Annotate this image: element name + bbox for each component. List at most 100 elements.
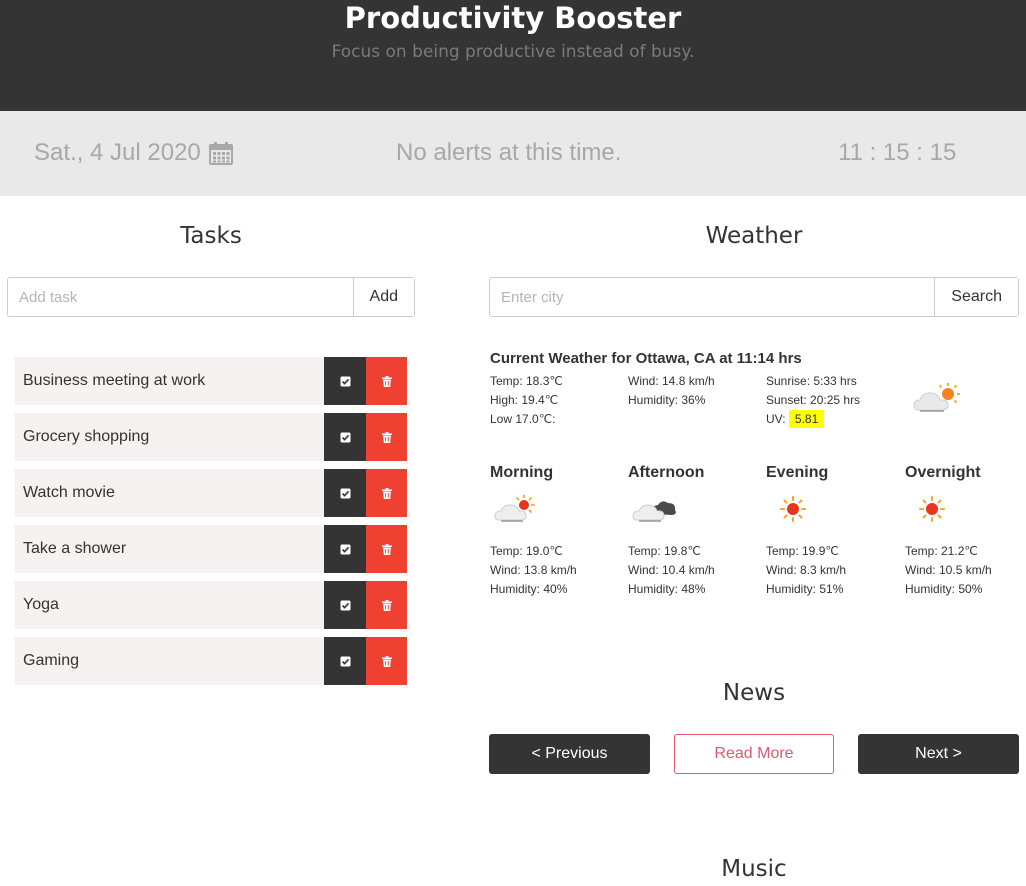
add-task-input[interactable] — [8, 278, 353, 316]
complete-task-button[interactable] — [324, 525, 366, 573]
check-square-icon — [340, 544, 350, 554]
check-square-icon — [340, 432, 350, 442]
news-title: News — [722, 680, 786, 706]
forecast-icon-wrapper — [632, 494, 678, 529]
tasks-title: Tasks — [180, 223, 242, 249]
city-search-button[interactable]: Search — [934, 278, 1018, 316]
current-wind: Wind: 14.8 km/h — [628, 374, 715, 388]
clock-display: 11 : 15 : 15 — [838, 139, 957, 166]
current-weather-col-3: Sunrise: 5:33 hrs Sunset: 20:25 hrs UV: … — [766, 372, 860, 429]
alerts-text: No alerts at this time. — [396, 139, 622, 166]
delete-task-button[interactable] — [366, 357, 407, 405]
app-header: Productivity Booster Focus on being prod… — [0, 0, 1026, 111]
delete-task-button[interactable] — [366, 469, 407, 517]
calendar-icon[interactable] — [208, 141, 233, 165]
current-high: High: 19.4℃ — [490, 393, 559, 407]
complete-task-button[interactable] — [324, 357, 366, 405]
check-square-icon — [340, 656, 350, 666]
forecast-details: Temp: 19.0℃ Wind: 13.8 km/h Humidity: 40% — [490, 542, 577, 599]
trash-icon — [381, 487, 392, 499]
forecast-period-title: Evening — [766, 464, 829, 481]
trash-icon — [381, 599, 392, 611]
delete-task-button[interactable] — [366, 581, 407, 629]
forecast-wind: Wind: 8.3 km/h — [766, 563, 847, 577]
trash-icon — [381, 431, 392, 443]
forecast-humidity: Humidity: 40% — [490, 582, 568, 596]
trash-icon — [381, 375, 392, 387]
music-title: Music — [721, 856, 787, 882]
task-row: Yoga — [15, 581, 407, 629]
forecast-humidity: Humidity: 50% — [905, 582, 983, 596]
task-row: Grocery shopping — [15, 413, 407, 461]
complete-task-button[interactable] — [324, 469, 366, 517]
forecast-temp: Temp: 19.0℃ — [490, 544, 563, 558]
sun-icon — [780, 496, 806, 522]
date-text: Sat., 4 Jul 2020 — [34, 139, 201, 166]
city-search-input[interactable] — [490, 278, 935, 316]
delete-task-button[interactable] — [366, 413, 407, 461]
forecast-wind: Wind: 10.4 km/h — [628, 563, 715, 577]
forecast-temp: Temp: 19.8℃ — [628, 544, 701, 558]
task-row: Business meeting at work — [15, 357, 407, 405]
news-read-more-button[interactable]: Read More — [674, 734, 834, 774]
delete-task-button[interactable] — [366, 525, 407, 573]
cloudy-icon — [632, 501, 676, 522]
sun-icon — [919, 496, 945, 522]
current-weather-col-1: Temp: 18.3℃ High: 19.4℃ Low 17.0℃: — [490, 372, 563, 429]
news-previous-button[interactable]: < Previous — [489, 734, 650, 774]
current-sunset: Sunset: 20:25 hrs — [766, 393, 861, 407]
complete-task-button[interactable] — [324, 637, 366, 685]
weather-title: Weather — [705, 223, 803, 249]
city-search-form: Search — [489, 277, 1019, 317]
current-humidity: Humidity: 36% — [628, 393, 706, 407]
task-label: Watch movie — [15, 469, 324, 517]
check-square-icon — [340, 488, 350, 498]
current-weather-heading: Current Weather for Ottawa, CA at 11:14 … — [490, 350, 802, 367]
app-subtitle: Focus on being productive instead of bus… — [331, 42, 695, 62]
task-row: Watch movie — [15, 469, 407, 517]
forecast-icon-wrapper — [770, 494, 816, 529]
task-label: Gaming — [15, 637, 324, 685]
task-label: Yoga — [15, 581, 324, 629]
forecast-details: Temp: 21.2℃ Wind: 10.5 km/h Humidity: 50% — [905, 542, 992, 599]
forecast-period-title: Morning — [490, 464, 554, 481]
forecast-wind: Wind: 10.5 km/h — [905, 563, 992, 577]
forecast-details: Temp: 19.9℃ Wind: 8.3 km/h Humidity: 51% — [766, 542, 846, 599]
current-low: Low 17.0℃: — [490, 412, 556, 426]
trash-icon — [381, 543, 392, 555]
news-next-button[interactable]: Next > — [858, 734, 1019, 774]
check-square-icon — [340, 600, 350, 610]
partly-cloudy-icon — [494, 494, 535, 522]
task-row: Gaming — [15, 637, 407, 685]
date-display: Sat., 4 Jul 2020 — [34, 139, 233, 167]
forecast-details: Temp: 19.8℃ Wind: 10.4 km/h Humidity: 48% — [628, 542, 715, 599]
task-label: Grocery shopping — [15, 413, 324, 461]
task-label: Business meeting at work — [15, 357, 324, 405]
info-bar: Sat., 4 Jul 2020 No alerts at this time.… — [0, 111, 1026, 196]
uv-value: 5.81 — [788, 410, 825, 428]
forecast-icon-wrapper — [909, 494, 955, 529]
forecast-period-title: Overnight — [905, 464, 981, 481]
current-temp: Temp: 18.3℃ — [490, 374, 563, 388]
uv-label: UV: — [766, 412, 786, 426]
current-sunrise: Sunrise: 5:33 hrs — [766, 374, 857, 388]
complete-task-button[interactable] — [324, 413, 366, 461]
task-label: Take a shower — [15, 525, 324, 573]
forecast-humidity: Humidity: 48% — [628, 582, 706, 596]
partly-cloudy-icon — [913, 383, 960, 412]
app-title: Productivity Booster — [344, 1, 682, 35]
complete-task-button[interactable] — [324, 581, 366, 629]
forecast-period-title: Afternoon — [628, 464, 705, 481]
forecast-icon-wrapper — [494, 494, 540, 529]
forecast-temp: Temp: 19.9℃ — [766, 544, 839, 558]
add-task-form: Add — [7, 277, 415, 317]
add-task-button[interactable]: Add — [352, 278, 414, 316]
current-weather-col-2: Wind: 14.8 km/h Humidity: 36% — [628, 372, 715, 410]
forecast-temp: Temp: 21.2℃ — [905, 544, 978, 558]
task-row: Take a shower — [15, 525, 407, 573]
check-square-icon — [340, 376, 350, 386]
current-uv: UV: 5.81 — [766, 410, 860, 429]
trash-icon — [381, 655, 392, 667]
delete-task-button[interactable] — [366, 637, 407, 685]
forecast-humidity: Humidity: 51% — [766, 582, 844, 596]
